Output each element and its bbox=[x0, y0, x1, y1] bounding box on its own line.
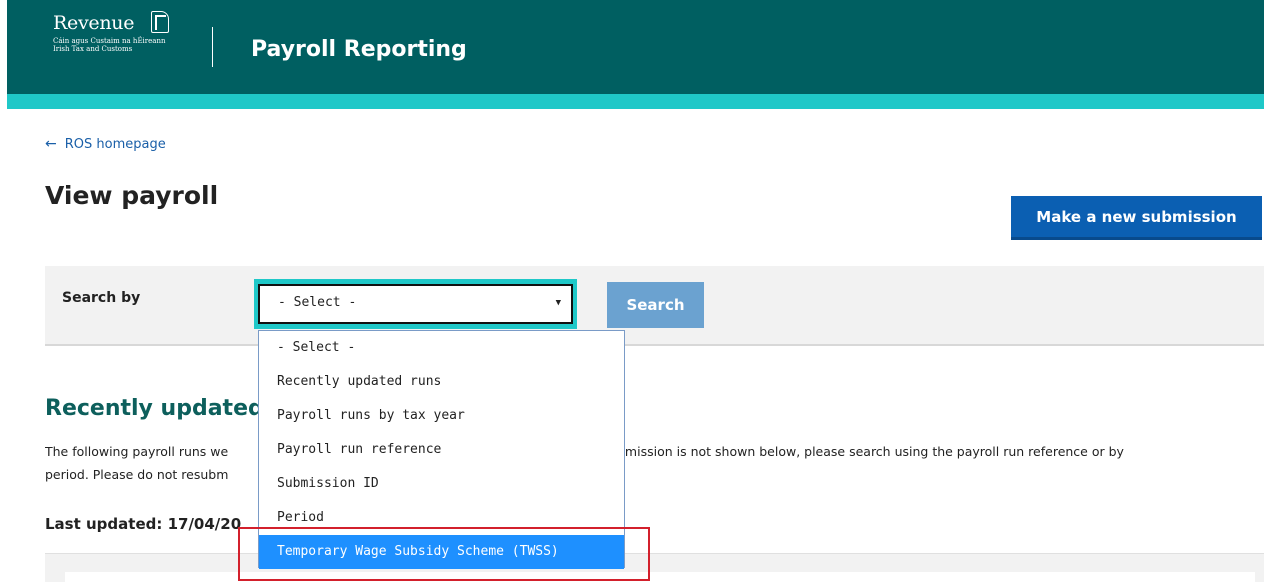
search-button[interactable]: Search bbox=[607, 282, 704, 328]
recently-updated-description-continued: bmission is not shown below, please sear… bbox=[625, 440, 1260, 463]
description-line-2: period. Please do not resubm bbox=[45, 467, 229, 482]
page-title: View payroll bbox=[45, 181, 219, 210]
revenue-logo[interactable]: Revenue Cáin agus Custaim na hÉireann Ir… bbox=[53, 11, 169, 53]
make-new-submission-button[interactable]: Make a new submission bbox=[1011, 196, 1262, 240]
header-accent-stripe bbox=[7, 94, 1264, 109]
option-select[interactable]: - Select - bbox=[259, 331, 624, 365]
app-title: Payroll Reporting bbox=[251, 37, 467, 62]
logo-subtitle-irish: Cáin agus Custaim na hÉireann bbox=[53, 37, 166, 45]
ros-homepage-label: ROS homepage bbox=[64, 137, 166, 152]
option-payroll-run-reference[interactable]: Payroll run reference bbox=[259, 433, 624, 467]
search-by-label: Search by bbox=[62, 290, 141, 306]
search-by-options-list[interactable]: - Select - Recently updated runs Payroll… bbox=[258, 330, 625, 569]
search-by-select[interactable]: - Select - ▼ bbox=[258, 284, 573, 324]
ros-homepage-link[interactable]: ← ROS homepage bbox=[45, 136, 166, 152]
description-line-1: The following payroll runs we bbox=[45, 444, 229, 459]
harp-icon bbox=[151, 11, 169, 33]
option-submission-id[interactable]: Submission ID bbox=[259, 467, 624, 501]
last-updated-label: Last updated: 17/04/20 bbox=[45, 515, 242, 533]
logo-subtitle-english: Irish Tax and Customs bbox=[53, 45, 133, 53]
results-table-container bbox=[45, 553, 1264, 583]
dropdown-caret-icon: ▼ bbox=[555, 298, 561, 308]
header-divider bbox=[212, 27, 213, 67]
logo-subtitle: Cáin agus Custaim na hÉireann Irish Tax … bbox=[53, 37, 165, 53]
recently-updated-heading: Recently updated bbox=[45, 396, 260, 421]
description-line-1-continued: bmission is not shown below, please sear… bbox=[625, 444, 1124, 459]
search-by-select-focus-ring: - Select - ▼ bbox=[254, 279, 577, 329]
site-header bbox=[7, 0, 1264, 94]
search-by-select-value: - Select - bbox=[278, 295, 357, 310]
search-panel: Search by - Select - ▼ Search bbox=[45, 266, 1264, 346]
recently-updated-description: The following payroll runs we period. Pl… bbox=[45, 440, 258, 486]
arrow-left-icon: ← bbox=[45, 136, 57, 152]
option-twss[interactable]: Temporary Wage Subsidy Scheme (TWSS) bbox=[259, 535, 624, 569]
logo-wordmark: Revenue bbox=[53, 12, 135, 34]
option-recently-updated-runs[interactable]: Recently updated runs bbox=[259, 365, 624, 399]
option-period[interactable]: Period bbox=[259, 501, 624, 535]
option-payroll-runs-by-tax-year[interactable]: Payroll runs by tax year bbox=[259, 399, 624, 433]
